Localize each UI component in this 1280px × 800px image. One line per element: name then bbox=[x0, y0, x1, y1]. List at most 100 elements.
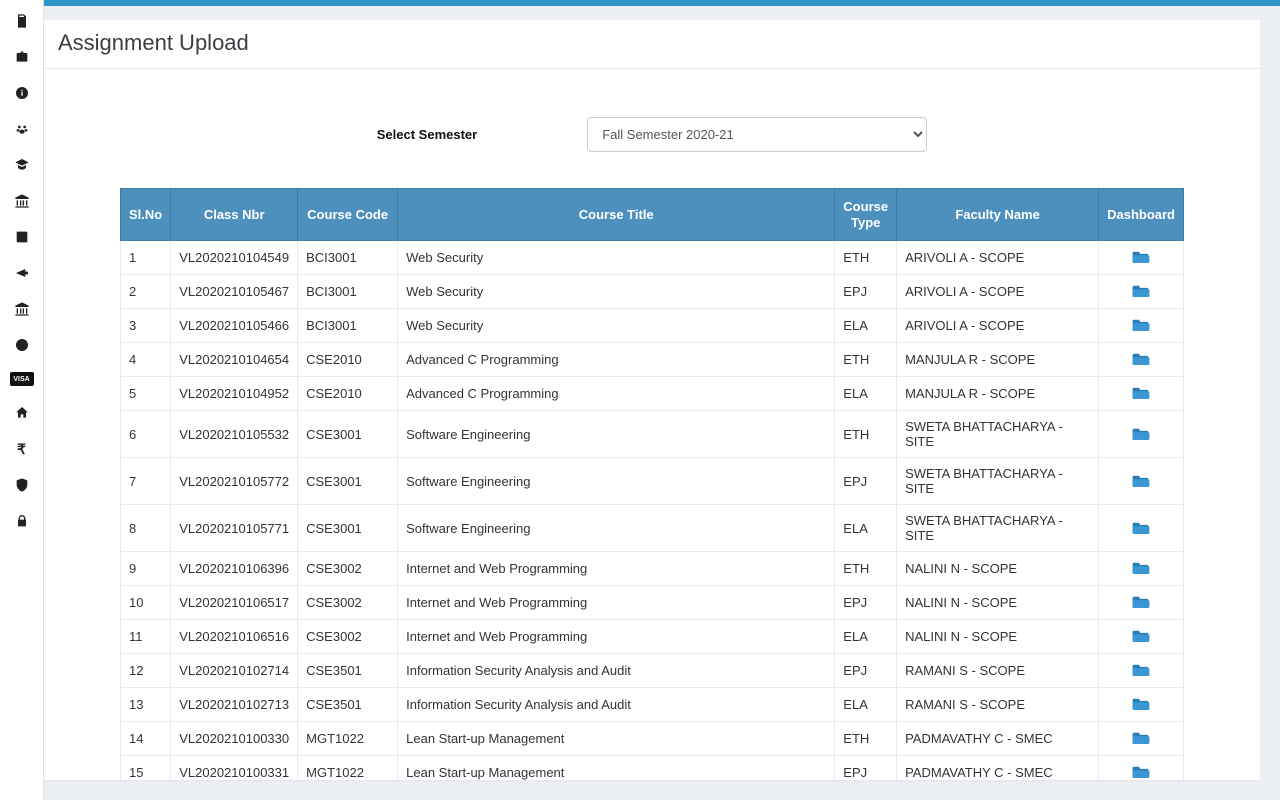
info-icon[interactable] bbox=[13, 84, 31, 102]
table-row: 1VL2020210104549BCI3001Web SecurityETHAR… bbox=[121, 241, 1184, 275]
phone-icon[interactable] bbox=[13, 12, 31, 30]
cell-slno: 10 bbox=[121, 586, 171, 620]
cell-classnbr: VL2020210102713 bbox=[171, 688, 298, 722]
folder-open-icon[interactable] bbox=[1132, 696, 1150, 710]
cell-coursecode: CSE2010 bbox=[298, 377, 398, 411]
cell-coursetitle: Information Security Analysis and Audit bbox=[398, 654, 835, 688]
paw-icon[interactable] bbox=[13, 120, 31, 138]
folder-open-icon[interactable] bbox=[1132, 560, 1150, 574]
semester-label: Select Semester bbox=[377, 127, 477, 142]
folder-open-icon[interactable] bbox=[1132, 351, 1150, 365]
folder-open-icon[interactable] bbox=[1132, 283, 1150, 297]
folder-open-icon[interactable] bbox=[1132, 730, 1150, 744]
institution-icon-2[interactable] bbox=[13, 300, 31, 318]
cell-coursetitle: Software Engineering bbox=[398, 411, 835, 458]
cell-faculty: NALINI N - SCOPE bbox=[897, 552, 1099, 586]
cell-coursecode: MGT1022 bbox=[298, 722, 398, 756]
cell-slno: 14 bbox=[121, 722, 171, 756]
cell-coursetype: ELA bbox=[835, 309, 897, 343]
table-row: 9VL2020210106396CSE3002Internet and Web … bbox=[121, 552, 1184, 586]
cell-classnbr: VL2020210105532 bbox=[171, 411, 298, 458]
cell-faculty: NALINI N - SCOPE bbox=[897, 620, 1099, 654]
cell-coursecode: BCI3001 bbox=[298, 309, 398, 343]
assignments-table: Sl.No Class Nbr Course Code Course Title… bbox=[120, 188, 1184, 780]
th-slno: Sl.No bbox=[121, 189, 171, 241]
table-row: 7VL2020210105772CSE3001Software Engineer… bbox=[121, 458, 1184, 505]
cell-faculty: ARIVOLI A - SCOPE bbox=[897, 241, 1099, 275]
book-icon[interactable] bbox=[13, 228, 31, 246]
cell-coursetitle: Software Engineering bbox=[398, 458, 835, 505]
table-row: 6VL2020210105532CSE3001Software Engineer… bbox=[121, 411, 1184, 458]
cell-classnbr: VL2020210106516 bbox=[171, 620, 298, 654]
folder-open-icon[interactable] bbox=[1132, 249, 1150, 263]
briefcase-icon[interactable] bbox=[13, 48, 31, 66]
cell-dashboard bbox=[1099, 275, 1184, 309]
cell-faculty: PADMAVATHY C - SMEC bbox=[897, 756, 1099, 780]
cell-coursecode: CSE3001 bbox=[298, 458, 398, 505]
cell-coursetype: ELA bbox=[835, 620, 897, 654]
cell-slno: 4 bbox=[121, 343, 171, 377]
cell-coursetitle: Software Engineering bbox=[398, 505, 835, 552]
arrow-icon[interactable] bbox=[13, 264, 31, 282]
cell-coursetype: ETH bbox=[835, 241, 897, 275]
cell-slno: 6 bbox=[121, 411, 171, 458]
folder-open-icon[interactable] bbox=[1132, 385, 1150, 399]
cell-dashboard bbox=[1099, 688, 1184, 722]
semester-select[interactable]: Fall Semester 2020-21 bbox=[587, 117, 927, 152]
institution-icon[interactable] bbox=[13, 192, 31, 210]
folder-open-icon[interactable] bbox=[1132, 662, 1150, 676]
cell-dashboard bbox=[1099, 241, 1184, 275]
cell-classnbr: VL2020210105771 bbox=[171, 505, 298, 552]
cell-faculty: MANJULA R - SCOPE bbox=[897, 377, 1099, 411]
th-dashboard: Dashboard bbox=[1099, 189, 1184, 241]
cell-classnbr: VL2020210100330 bbox=[171, 722, 298, 756]
folder-open-icon[interactable] bbox=[1132, 628, 1150, 642]
folder-open-icon[interactable] bbox=[1132, 473, 1150, 487]
folder-open-icon[interactable] bbox=[1132, 426, 1150, 440]
cell-slno: 2 bbox=[121, 275, 171, 309]
page-title: Assignment Upload bbox=[44, 20, 1260, 69]
cell-coursetype: EPJ bbox=[835, 654, 897, 688]
cell-coursetype: ELA bbox=[835, 377, 897, 411]
cell-dashboard bbox=[1099, 552, 1184, 586]
folder-open-icon[interactable] bbox=[1132, 594, 1150, 608]
cell-coursecode: BCI3001 bbox=[298, 275, 398, 309]
cell-coursetype: ETH bbox=[835, 411, 897, 458]
cell-coursetype: ETH bbox=[835, 552, 897, 586]
cell-faculty: SWETA BHATTACHARYA - SITE bbox=[897, 458, 1099, 505]
globe-icon[interactable] bbox=[13, 336, 31, 354]
sidebar: VISA ₹ bbox=[0, 0, 44, 800]
cell-slno: 7 bbox=[121, 458, 171, 505]
cell-classnbr: VL2020210106517 bbox=[171, 586, 298, 620]
folder-open-icon[interactable] bbox=[1132, 520, 1150, 534]
cell-coursetitle: Internet and Web Programming bbox=[398, 586, 835, 620]
table-row: 10VL2020210106517CSE3002Internet and Web… bbox=[121, 586, 1184, 620]
cell-coursecode: CSE3001 bbox=[298, 411, 398, 458]
cell-dashboard bbox=[1099, 343, 1184, 377]
cell-dashboard bbox=[1099, 722, 1184, 756]
cell-coursetype: EPJ bbox=[835, 275, 897, 309]
table-row: 3VL2020210105466BCI3001Web SecurityELAAR… bbox=[121, 309, 1184, 343]
cell-coursecode: CSE3002 bbox=[298, 586, 398, 620]
shield-icon[interactable] bbox=[13, 476, 31, 494]
cell-faculty: MANJULA R - SCOPE bbox=[897, 343, 1099, 377]
lock-icon[interactable] bbox=[13, 512, 31, 530]
folder-open-icon[interactable] bbox=[1132, 317, 1150, 331]
folder-open-icon[interactable] bbox=[1132, 764, 1150, 778]
table-row: 12VL2020210102714CSE3501Information Secu… bbox=[121, 654, 1184, 688]
cell-coursecode: CSE3501 bbox=[298, 688, 398, 722]
th-coursetype: CourseType bbox=[835, 189, 897, 241]
cell-coursetitle: Web Security bbox=[398, 309, 835, 343]
cell-faculty: RAMANI S - SCOPE bbox=[897, 654, 1099, 688]
home-icon[interactable] bbox=[13, 404, 31, 422]
cell-coursetype: EPJ bbox=[835, 756, 897, 780]
rupee-icon[interactable]: ₹ bbox=[13, 440, 31, 458]
cell-coursetitle: Web Security bbox=[398, 275, 835, 309]
cell-coursetype: ELA bbox=[835, 505, 897, 552]
cell-slno: 11 bbox=[121, 620, 171, 654]
visa-badge[interactable]: VISA bbox=[10, 372, 34, 386]
table-row: 13VL2020210102713CSE3501Information Secu… bbox=[121, 688, 1184, 722]
cell-coursetitle: Advanced C Programming bbox=[398, 377, 835, 411]
grad-cap-icon[interactable] bbox=[13, 156, 31, 174]
cell-coursecode: BCI3001 bbox=[298, 241, 398, 275]
